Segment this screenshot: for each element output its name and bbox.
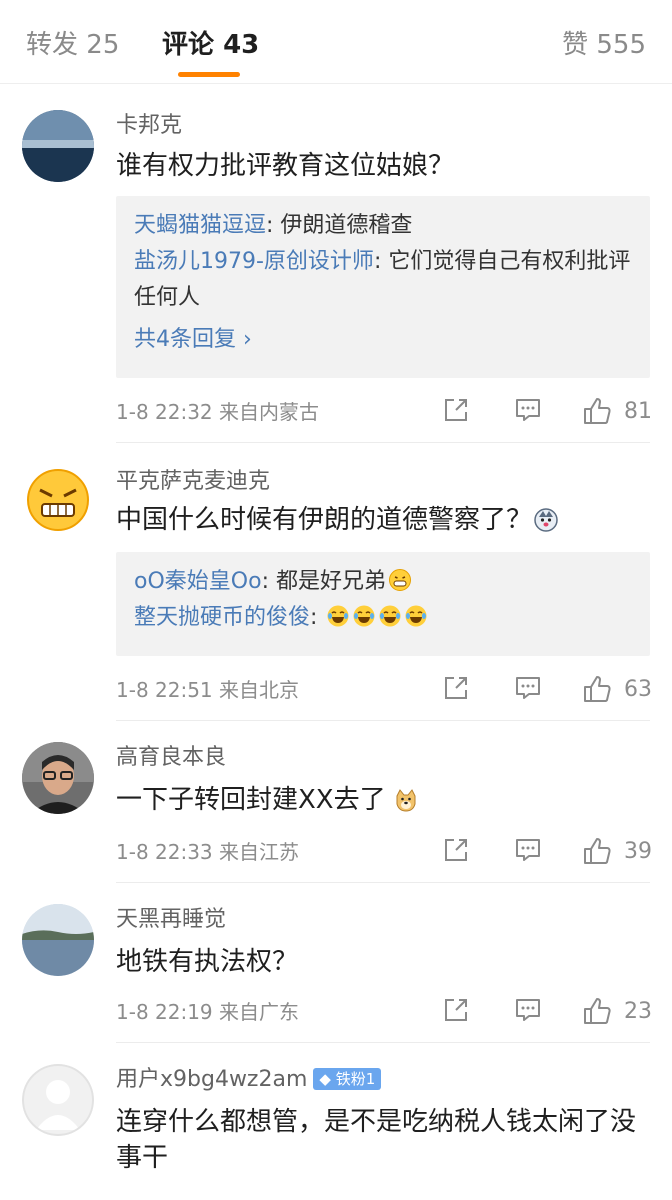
husky-emoji [534, 508, 558, 532]
tab-like[interactable]: 赞 555 [562, 28, 646, 62]
avatar-image-angry-face [22, 464, 94, 536]
laugh-cry-emoji [353, 605, 375, 627]
reply-icon[interactable] [514, 396, 542, 424]
comment-username[interactable]: 高育良本良 [116, 744, 226, 772]
reply-username[interactable]: 整天抛硬币的俊俊 [134, 605, 310, 630]
thumbs-up-icon [584, 998, 611, 1024]
like-count: 23 [624, 999, 652, 1024]
comment-divider [116, 882, 650, 883]
comment-divider [116, 1042, 650, 1043]
thumbs-up-icon [584, 838, 611, 864]
tab-repost-count: 25 [86, 30, 120, 60]
tab-like-label: 赞 [562, 30, 589, 60]
reply-item: oO秦始皇Oo: 都是好兄弟 [134, 564, 632, 600]
reply-icon[interactable] [514, 674, 542, 702]
avatar[interactable] [22, 464, 94, 536]
comment-username[interactable]: 卡邦克 [116, 112, 182, 140]
comment-divider [116, 720, 650, 721]
comment-meta: 1-8 22:32 来自内蒙古 [116, 400, 320, 424]
comment-tabs: 转发 25 评论 43 赞 555 [0, 0, 672, 84]
like-button[interactable]: 23 [582, 996, 652, 1028]
like-count: 63 [624, 677, 652, 702]
laugh-cry-emoji [327, 605, 349, 627]
grin-emoji [388, 569, 411, 591]
comment-username-text: 用户x9bg4wz2am [116, 1067, 308, 1092]
avatar[interactable] [22, 1064, 94, 1136]
comment-text: 中国什么时候有伊朗的道德警察了？ [116, 502, 652, 538]
reply-text: 都是好兄弟 [268, 569, 386, 594]
comment-footer: 1-8 22:19 来自广东 23 [116, 996, 652, 1028]
reply-item: 天蝎猫猫逗逗: 伊朗道德稽查 [134, 208, 632, 244]
reply-text: 伊朗道德稽查 [273, 213, 413, 238]
doge-emoji [396, 789, 416, 812]
share-icon[interactable] [442, 674, 470, 702]
share-icon[interactable] [442, 836, 470, 864]
comment-text-content: 中国什么时候有伊朗的道德警察了？ [116, 505, 533, 535]
avatar[interactable] [22, 110, 94, 182]
like-button[interactable]: 39 [582, 836, 652, 868]
fan-badge-label: 铁粉1 [335, 1070, 376, 1088]
share-icon[interactable] [442, 996, 470, 1024]
reply-icon[interactable] [514, 836, 542, 864]
comment-text: 地铁有执法权？ [116, 947, 299, 977]
tab-like-count: 555 [596, 30, 646, 60]
comment-text: 一下子转回封建XX去了 [116, 782, 652, 818]
comment-username[interactable]: 平克萨克麦迪克 [116, 468, 270, 496]
reply-separator: : [261, 569, 269, 594]
share-icon[interactable] [442, 396, 470, 424]
reply-icon[interactable] [514, 996, 542, 1024]
active-tab-indicator [178, 72, 240, 77]
comment-text: 谁有权力批评教育这位姑娘？ [116, 151, 455, 181]
like-button[interactable]: 81 [582, 396, 652, 428]
fan-badge: ◆ 铁粉1 [313, 1068, 382, 1090]
laugh-cry-emoji [379, 605, 401, 627]
comment-username[interactable]: 用户x9bg4wz2am ◆ 铁粉1 [116, 1066, 382, 1094]
comment-text: 连穿什么都想管，是不是吃纳税人钱太闲了没事干 [116, 1107, 637, 1173]
laugh-cry-emoji [405, 605, 427, 627]
avatar-image-default [22, 1064, 94, 1136]
comment-meta: 1-8 22:33 来自江苏 [116, 840, 300, 864]
comment-meta: 1-8 22:51 来自北京 [116, 678, 300, 702]
comment-footer: 1-8 22:33 来自江苏 39 [116, 836, 652, 868]
avatar-image-man-glasses [22, 742, 94, 814]
reply-preview-box[interactable]: 天蝎猫猫逗逗: 伊朗道德稽查 盐汤儿1979-原创设计师: 它们觉得自己有权利批… [116, 196, 650, 378]
reply-username[interactable]: oO秦始皇Oo [134, 569, 262, 594]
tab-comment-label: 评论 [162, 30, 215, 60]
comment-meta: 1-8 22:19 来自广东 [116, 1000, 300, 1024]
like-button[interactable]: 63 [582, 674, 652, 706]
thumbs-up-icon [584, 398, 611, 424]
reply-username[interactable]: 盐汤儿1979-原创设计师 [134, 249, 374, 274]
tab-comment-count: 43 [223, 30, 260, 60]
avatar-image-lake [22, 904, 94, 976]
comment-divider [116, 442, 650, 443]
comment-username[interactable]: 天黑再睡觉 [116, 906, 226, 934]
comment-footer: 1-8 22:32 来自内蒙古 81 [116, 396, 652, 428]
tab-repost-label: 转发 [26, 30, 79, 60]
like-count: 81 [624, 399, 652, 424]
diamond-icon: ◆ [319, 1070, 331, 1088]
reply-username[interactable]: 天蝎猫猫逗逗 [134, 213, 266, 238]
avatar[interactable] [22, 904, 94, 976]
reply-text [317, 605, 324, 630]
avatar-image-sea [22, 110, 94, 182]
reply-item: 整天抛硬币的俊俊: [134, 600, 632, 636]
tab-comment[interactable]: 评论 43 [162, 28, 259, 62]
comment-footer: 1-8 22:51 来自北京 63 [116, 674, 652, 706]
reply-preview-box[interactable]: oO秦始皇Oo: 都是好兄弟 整天抛硬币的俊俊: [116, 552, 650, 656]
avatar[interactable] [22, 742, 94, 814]
thumbs-up-icon [584, 676, 611, 702]
tab-repost[interactable]: 转发 25 [26, 28, 119, 62]
comment-text-content: 一下子转回封建XX去了 [116, 785, 386, 815]
like-count: 39 [624, 839, 652, 864]
more-replies-link[interactable]: 共4条回复 › [134, 322, 632, 358]
reply-item: 盐汤儿1979-原创设计师: 它们觉得自己有权利批评任何人 [134, 244, 632, 316]
